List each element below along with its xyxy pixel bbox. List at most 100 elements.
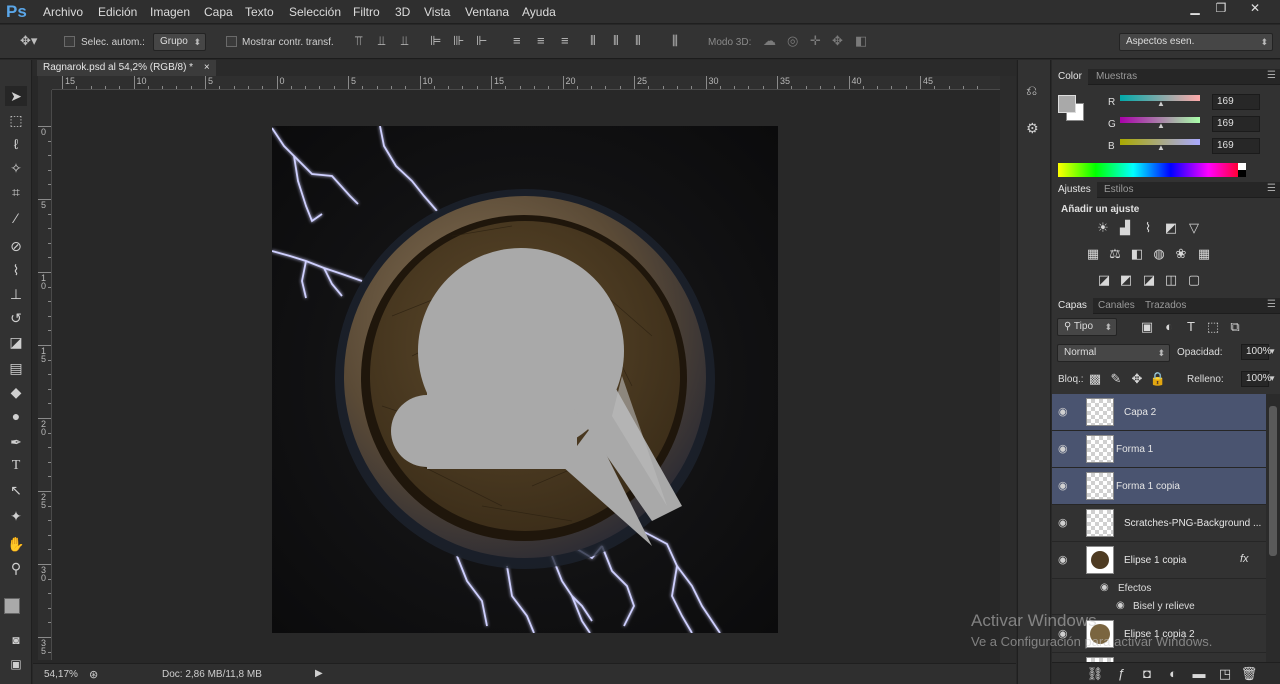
layer-row[interactable]: ◉ Capa 2 xyxy=(1052,394,1266,431)
blend-mode-dropdown[interactable]: Normal ⬍ xyxy=(1057,344,1170,362)
channel-g-value[interactable]: 169 xyxy=(1212,116,1260,132)
lock-pixels-icon[interactable]: ✎ xyxy=(1107,371,1125,387)
channel-r-value[interactable]: 169 xyxy=(1212,94,1260,110)
quick-mask-icon[interactable]: ◙ xyxy=(5,630,27,650)
curves-icon[interactable]: ⌇ xyxy=(1139,220,1157,236)
link-layers-icon[interactable]: ⛓ xyxy=(1086,666,1104,682)
effects-row[interactable]: ◉ Efectos xyxy=(1052,579,1266,597)
history-panel-icon[interactable]: ⎌ xyxy=(1026,82,1037,99)
layer-row[interactable]: ◉ Elipse 1 copia fx xyxy=(1052,542,1266,579)
posterize-icon[interactable]: ◩ xyxy=(1117,272,1135,288)
close-window-button[interactable]: ✕ xyxy=(1240,0,1270,18)
filter-pixel-icon[interactable]: ▣ xyxy=(1138,319,1156,335)
align-bottom-icon[interactable]: ⫫ xyxy=(401,34,408,48)
selective-color-icon[interactable]: ◫ xyxy=(1162,272,1180,288)
3d-slide-icon[interactable]: ✥ xyxy=(832,34,843,48)
foreground-color-swatch[interactable] xyxy=(4,598,20,614)
3d-rotate-icon[interactable]: ☁ xyxy=(763,34,776,48)
gradient-map-icon[interactable]: ▢ xyxy=(1185,272,1203,288)
panel-menu-icon[interactable]: ☰ xyxy=(1267,183,1276,194)
align-vcenter-icon[interactable]: ⫫ xyxy=(378,34,385,48)
3d-roll-icon[interactable]: ◎ xyxy=(787,34,798,48)
distribute-left-icon[interactable]: ⦀ xyxy=(590,34,596,48)
lock-all-icon[interactable]: 🔒 xyxy=(1149,371,1167,387)
visibility-eye-icon[interactable]: ◉ xyxy=(1058,442,1068,455)
magic-wand-icon[interactable]: ✧ xyxy=(5,158,27,178)
spectrum-black-swatch[interactable] xyxy=(1238,170,1246,177)
effect-eye-icon[interactable]: ◉ xyxy=(1116,600,1125,611)
levels-icon[interactable]: ▟ xyxy=(1116,220,1134,236)
visibility-eye-icon[interactable]: ◉ xyxy=(1058,553,1068,566)
menu-texto[interactable]: Texto xyxy=(245,5,274,19)
pen-tool-icon[interactable]: ✒ xyxy=(5,432,27,452)
photo-filter-icon[interactable]: ◍ xyxy=(1150,246,1168,262)
align-hcenter-icon[interactable]: ⊪ xyxy=(453,34,464,48)
channel-mixer-icon[interactable]: ❀ xyxy=(1172,246,1190,262)
slider-thumb-icon[interactable]: ▲ xyxy=(1157,99,1165,108)
slider-thumb-icon[interactable]: ▲ xyxy=(1157,143,1165,152)
status-menu-arrow-icon[interactable]: ▶ xyxy=(315,668,323,679)
gradient-tool-icon[interactable]: ▤ xyxy=(5,358,27,378)
filter-smart-object-icon[interactable]: ⧉ xyxy=(1226,319,1244,335)
menu-seleccion[interactable]: Selección xyxy=(289,5,341,19)
auto-select-checkbox[interactable] xyxy=(64,36,75,47)
filter-type-icon[interactable]: T xyxy=(1182,319,1200,335)
layers-scrollbar[interactable] xyxy=(1266,394,1280,668)
tab-capas[interactable]: Capas xyxy=(1052,298,1093,314)
align-right-icon[interactable]: ⊩ xyxy=(476,34,487,48)
eraser-icon[interactable]: ◪ xyxy=(5,332,27,352)
healing-brush-icon[interactable]: ⊘ xyxy=(5,236,27,256)
menu-3d[interactable]: 3D xyxy=(395,5,410,19)
tab-ajustes[interactable]: Ajustes xyxy=(1052,182,1097,198)
3d-pan-icon[interactable]: ✛ xyxy=(810,34,821,48)
align-top-icon[interactable]: ⫪ xyxy=(355,34,362,48)
panel-menu-icon[interactable]: ☰ xyxy=(1267,299,1276,310)
align-left-icon[interactable]: ⊫ xyxy=(430,34,441,48)
auto-align-icon[interactable]: ⫼ xyxy=(672,34,678,48)
status-info-icon[interactable]: ⊛ xyxy=(89,668,98,681)
type-tool-icon[interactable]: T xyxy=(5,456,27,476)
new-adjustment-icon[interactable]: ◐ xyxy=(1164,666,1182,682)
opacity-arrow-icon[interactable]: ▾ xyxy=(1270,346,1275,357)
menu-archivo[interactable]: Archivo xyxy=(43,5,83,19)
clone-stamp-icon[interactable]: ⊥ xyxy=(5,284,27,304)
new-layer-icon[interactable]: ◳ xyxy=(1216,666,1234,682)
transform-controls-checkbox[interactable] xyxy=(226,36,237,47)
threshold-icon[interactable]: ◪ xyxy=(1140,272,1158,288)
menu-imagen[interactable]: Imagen xyxy=(150,5,190,19)
lock-transparent-icon[interactable]: ▩ xyxy=(1086,371,1104,387)
hue-saturation-icon[interactable]: ▦ xyxy=(1084,246,1102,262)
move-tool-preset-icon[interactable]: ✥▾ xyxy=(20,34,37,48)
document-tab[interactable]: Ragnarok.psd al 54,2% (RGB/8) * × xyxy=(37,60,216,76)
layer-row[interactable]: ◉ Forma 1 copia xyxy=(1052,468,1266,505)
black-white-icon[interactable]: ◧ xyxy=(1128,246,1146,262)
vibrance-icon[interactable]: ▽ xyxy=(1185,220,1203,236)
channel-b-value[interactable]: 169 xyxy=(1212,138,1260,154)
layers-scrollbar-thumb[interactable] xyxy=(1269,406,1277,556)
path-selection-icon[interactable]: ↖ xyxy=(5,480,27,500)
filter-shape-icon[interactable]: ⬚ xyxy=(1204,319,1222,335)
marquee-tool-icon[interactable]: ⬚ xyxy=(5,110,27,130)
opacity-value[interactable]: 100% xyxy=(1241,344,1272,360)
menu-capa[interactable]: Capa xyxy=(204,5,233,19)
crop-tool-icon[interactable]: ⌗ xyxy=(5,182,27,202)
color-balance-icon[interactable]: ⚖ xyxy=(1106,246,1124,262)
layer-filter-dropdown[interactable]: ⚲ Tipo ⬍ xyxy=(1057,318,1117,336)
color-lookup-icon[interactable]: ▦ xyxy=(1195,246,1213,262)
properties-panel-icon[interactable]: ⚙ xyxy=(1026,120,1039,137)
distribute-bottom-icon[interactable]: ≡ xyxy=(561,34,569,48)
canvas-scrollbar[interactable] xyxy=(1000,76,1016,663)
exposure-icon[interactable]: ◩ xyxy=(1162,220,1180,236)
layer-row[interactable]: ◉ Forma 1 xyxy=(1052,431,1266,468)
blur-tool-icon[interactable]: ◆ xyxy=(5,382,27,402)
layer-effects-icon[interactable]: fx xyxy=(1240,553,1249,565)
history-brush-icon[interactable]: ↺ xyxy=(5,308,27,328)
visibility-eye-icon[interactable]: ◉ xyxy=(1058,479,1068,492)
visibility-eye-icon[interactable]: ◉ xyxy=(1058,405,1068,418)
layer-row[interactable]: ◉ Scratches-PNG-Background ... xyxy=(1052,505,1266,542)
shape-tool-icon[interactable]: ✦ xyxy=(5,506,27,526)
tab-estilos[interactable]: Estilos xyxy=(1098,182,1139,198)
3d-scale-icon[interactable]: ◧ xyxy=(855,34,867,48)
color-foreground-swatch[interactable] xyxy=(1058,95,1076,113)
screen-mode-icon[interactable]: ▣ xyxy=(5,654,27,674)
